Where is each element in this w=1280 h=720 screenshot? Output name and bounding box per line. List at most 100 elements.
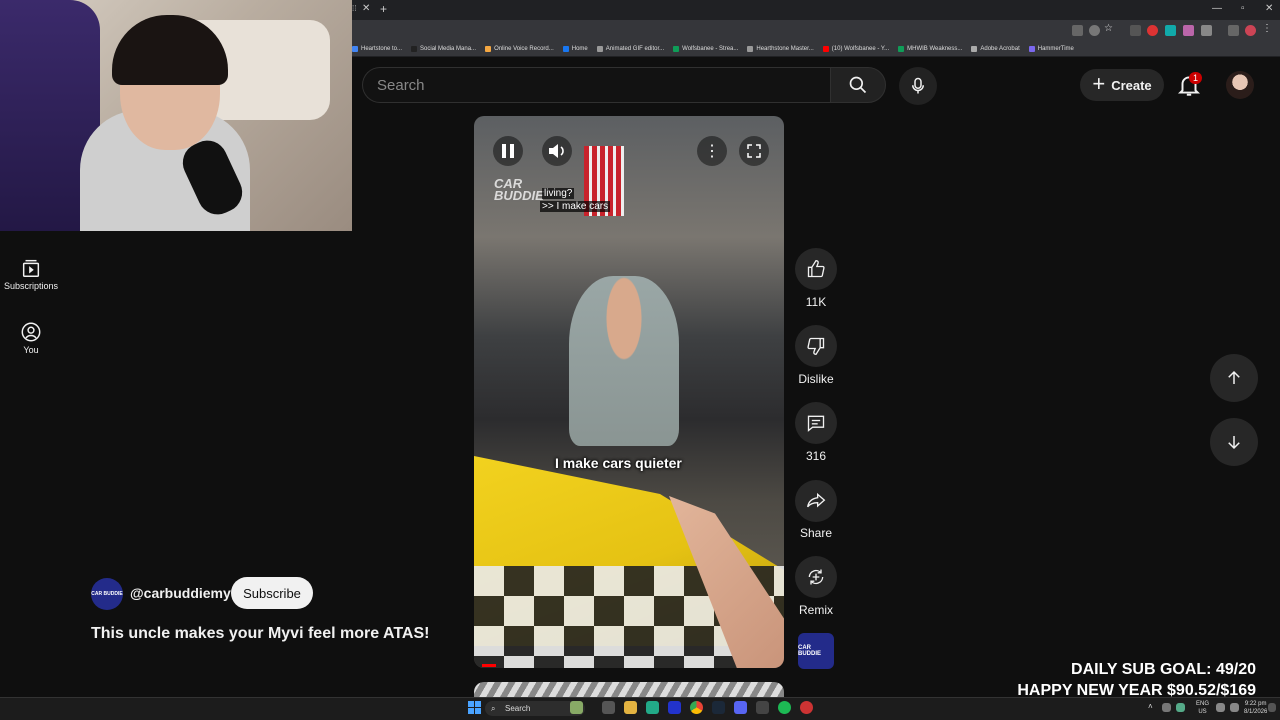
next-short-button[interactable] <box>1210 418 1258 466</box>
bookmark-item[interactable]: Wolfsbanee - Strea... <box>673 46 738 52</box>
volume-icon <box>549 144 564 158</box>
cast-icon[interactable] <box>1072 25 1083 36</box>
tray-icon[interactable] <box>1176 703 1185 712</box>
extensions-puzzle-icon[interactable] <box>1201 25 1212 36</box>
thumbs-up-icon <box>807 259 825 278</box>
steam-icon[interactable] <box>712 701 725 714</box>
obs-icon[interactable] <box>800 701 813 714</box>
sidebar-item-label: Subscriptions <box>3 281 59 291</box>
bookmark-item[interactable]: Animated GIF editor... <box>596 46 665 52</box>
short-video-player[interactable]: CAR BUDDIE ⋮ <box>474 116 784 668</box>
bookmark-favicon-icon <box>1028 46 1035 52</box>
bookmark-label: Social Media Mana... <box>420 46 477 52</box>
bookmark-item[interactable]: Hearthstone Master... <box>747 46 814 52</box>
app-icon[interactable] <box>668 701 681 714</box>
file-explorer-icon[interactable] <box>624 701 637 714</box>
comments-button[interactable] <box>795 402 837 444</box>
bookmark-item[interactable]: Heartstone to... <box>352 46 402 52</box>
create-label: Create <box>1111 77 1152 93</box>
share-label: Share <box>799 526 833 540</box>
pause-button[interactable] <box>493 136 523 166</box>
notification-center-icon[interactable] <box>1268 703 1276 712</box>
minimize-icon[interactable]: — <box>1212 3 1222 14</box>
bookmark-favicon-icon <box>971 46 978 52</box>
channel-logo-thumbnail[interactable]: CAR BUDDIE <box>798 633 834 669</box>
channel-avatar[interactable]: CAR BUDDIE <box>91 578 123 610</box>
sidebar-item-you[interactable]: You <box>0 321 62 355</box>
bookmark-label: MHWIB Weakness... <box>907 46 963 52</box>
reading-list-icon[interactable] <box>1228 25 1239 36</box>
extension-icon[interactable] <box>1130 25 1141 36</box>
subscribe-button[interactable]: Subscribe <box>231 577 313 609</box>
menu-dots-icon[interactable]: ⋮ <box>1262 23 1272 34</box>
bookmark-item[interactable]: MHWIB Weakness... <box>898 46 962 52</box>
app-icon[interactable] <box>646 701 659 714</box>
bookmark-star-icon[interactable]: ☆ <box>1104 23 1113 34</box>
widgets-icon[interactable] <box>570 701 583 714</box>
extension-icon[interactable] <box>1165 25 1176 36</box>
chevron-up-icon[interactable]: ˄ <box>1148 702 1153 711</box>
more-vertical-icon: ⋮ <box>704 143 720 160</box>
sidebar-item-subscriptions[interactable]: Subscriptions <box>0 257 62 291</box>
maximize-icon[interactable]: ▫ <box>1241 3 1245 14</box>
fullscreen-button[interactable] <box>739 136 769 166</box>
zoom-icon[interactable] <box>1089 25 1100 36</box>
previous-short-button[interactable] <box>1210 354 1258 402</box>
network-icon[interactable] <box>1216 703 1225 712</box>
create-button[interactable]: + Create <box>1080 69 1164 101</box>
spotify-icon[interactable] <box>778 701 791 714</box>
bookmark-label: (10) Wolfsbanee - Y... <box>831 46 890 52</box>
search-input[interactable]: Search <box>362 67 830 103</box>
start-button[interactable] <box>468 701 481 714</box>
voice-search-button[interactable] <box>899 67 937 105</box>
bookmark-label: Home <box>571 46 588 52</box>
closed-caption-line: living? <box>542 188 575 199</box>
video-caption: I make cars quieter <box>555 455 682 471</box>
bookmark-item[interactable]: Home <box>562 46 588 52</box>
bookmark-item[interactable]: Online Voice Record... <box>485 46 554 52</box>
like-button[interactable] <box>795 248 837 290</box>
bookmark-item[interactable]: HammerTime <box>1028 46 1074 52</box>
chrome-icon[interactable] <box>690 701 703 714</box>
search-button[interactable] <box>830 67 886 103</box>
search-icon <box>849 76 867 94</box>
share-button[interactable] <box>795 480 837 522</box>
bookmark-item[interactable]: Adobe Acrobat <box>971 46 1020 52</box>
comment-count: 316 <box>805 449 827 463</box>
account-avatar[interactable] <box>1226 71 1254 99</box>
plus-icon: + <box>1092 71 1106 96</box>
new-tab-icon[interactable]: + <box>380 2 387 16</box>
discord-icon[interactable] <box>734 701 747 714</box>
bookmark-label: Adobe Acrobat <box>980 46 1020 52</box>
microphone-icon <box>912 77 924 94</box>
bookmark-favicon-icon <box>485 46 492 52</box>
volume-icon[interactable] <box>1230 703 1239 712</box>
volume-button[interactable] <box>542 136 572 166</box>
windows-taskbar <box>0 697 1280 720</box>
notification-badge: 1 <box>1189 72 1203 84</box>
extension-icon[interactable] <box>1147 25 1158 36</box>
dislike-button[interactable] <box>795 325 837 367</box>
bookmark-item[interactable]: Social Media Mana... <box>411 46 476 52</box>
window-close-icon[interactable]: ✕ <box>1265 3 1273 14</box>
remix-button[interactable] <box>795 556 837 598</box>
channel-handle[interactable]: @carbuddiemy <box>130 585 231 601</box>
bookmark-label: Animated GIF editor... <box>605 46 665 52</box>
profile-icon[interactable] <box>1245 25 1256 36</box>
bookmark-favicon-icon <box>411 46 418 52</box>
more-options-button[interactable]: ⋮ <box>697 136 727 166</box>
input-language[interactable]: ENG US <box>1196 700 1209 716</box>
tray-icon[interactable] <box>1162 703 1171 712</box>
bookmark-favicon-icon <box>898 46 905 52</box>
bookmark-item[interactable]: (10) Wolfsbanee - Y... <box>822 46 890 52</box>
clock[interactable]: 9:22 pm 8/1/2026 <box>1244 700 1267 716</box>
like-count: 11K <box>805 295 827 309</box>
remix-label: Remix <box>798 603 833 617</box>
tab-favicon[interactable]: ⁞⁞ <box>352 4 356 13</box>
windows-logo-icon <box>468 701 474 707</box>
task-view-icon[interactable] <box>602 701 615 714</box>
extension-icon[interactable] <box>1183 25 1194 36</box>
tab-close-icon[interactable]: ✕ <box>362 3 370 14</box>
sub-goal-text: DAILY SUB GOAL: 49/20 <box>1071 661 1256 678</box>
app-icon[interactable] <box>756 701 769 714</box>
